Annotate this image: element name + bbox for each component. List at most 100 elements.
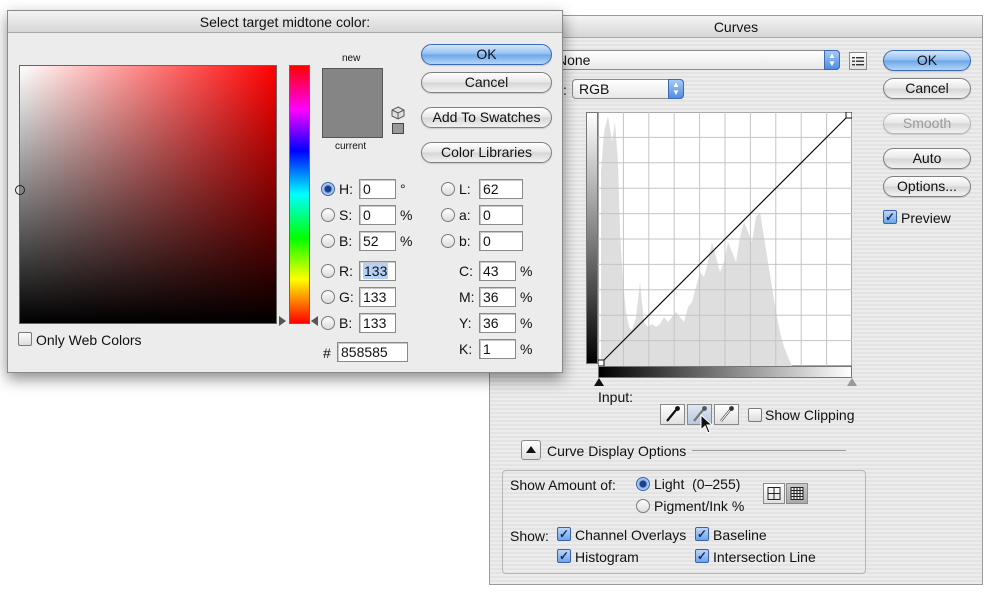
white-eyedropper-button[interactable] — [714, 404, 739, 425]
c-unit: % — [520, 263, 533, 279]
a-label: a: — [459, 207, 471, 223]
smooth-button[interactable]: Smooth — [883, 113, 971, 134]
h-label: H: — [339, 181, 353, 197]
updown-arrows-icon: ▲ ▼ — [824, 50, 840, 70]
input-gradient-bar — [598, 366, 852, 378]
mouse-cursor-icon — [700, 414, 714, 434]
blue-label: B: — [339, 315, 353, 331]
preset-menu-button[interactable] — [849, 52, 867, 70]
show-label: Show: — [510, 528, 549, 544]
g-field[interactable]: 133 — [359, 287, 396, 307]
detailed-grid-icon — [790, 487, 804, 500]
curves-title: Curves — [490, 16, 982, 38]
baseline-checkbox[interactable]: ✓ — [695, 527, 709, 541]
picker-ok-button[interactable]: OK — [421, 44, 552, 65]
histogram-checkbox[interactable]: ✓ — [557, 549, 571, 563]
m-field[interactable]: 36 — [479, 287, 516, 307]
l-radio[interactable] — [441, 182, 455, 196]
picker-cancel-button[interactable]: Cancel — [421, 72, 552, 93]
l-label: L: — [459, 181, 471, 197]
updown-arrows-icon: ▲ ▼ — [668, 79, 684, 99]
black-eyedropper-button[interactable] — [660, 404, 685, 425]
intersection-line-checkbox[interactable]: ✓ — [695, 549, 709, 563]
s-unit: % — [400, 207, 413, 223]
preview-checkbox[interactable]: ✓ — [883, 210, 897, 224]
hex-field[interactable]: 858585 — [337, 342, 408, 362]
white-eyedropper-icon — [720, 406, 734, 422]
curve-display-toggle[interactable] — [521, 440, 541, 460]
k-label: K: — [459, 341, 473, 357]
show-amount-of-label: Show Amount of: — [510, 477, 616, 493]
r-field[interactable]: 133 — [359, 261, 396, 281]
only-web-colors-checkbox[interactable] — [18, 332, 32, 346]
preview-label: Preview — [901, 210, 951, 226]
pigment-label: Pigment/Ink % — [654, 498, 745, 514]
g-label: G: — [339, 289, 354, 305]
r-field-value: 133 — [363, 263, 389, 279]
curve-display-options-label: Curve Display Options — [547, 443, 687, 459]
auto-button[interactable]: Auto — [883, 148, 971, 169]
add-to-swatches-button[interactable]: Add To Swatches — [421, 107, 552, 128]
blue-field[interactable]: 133 — [359, 313, 396, 333]
curve-point-white[interactable] — [845, 112, 852, 119]
gamut-cube-icon[interactable] — [391, 106, 405, 120]
r-radio[interactable] — [321, 264, 335, 278]
white-point-slider[interactable] — [847, 378, 857, 386]
show-clipping-label: Show Clipping — [765, 407, 855, 423]
s-label: S: — [339, 207, 353, 223]
h-unit: ° — [400, 181, 406, 197]
color-libraries-button[interactable]: Color Libraries — [421, 142, 552, 163]
s-radio[interactable] — [321, 208, 335, 222]
l-field[interactable]: 62 — [479, 179, 523, 199]
h-radio[interactable] — [321, 182, 335, 196]
simple-grid-button[interactable] — [763, 483, 785, 504]
a-radio[interactable] — [441, 208, 455, 222]
pigment-radio[interactable] — [636, 499, 650, 513]
simple-grid-icon — [767, 487, 781, 500]
y-label: Y: — [459, 315, 472, 331]
light-label: Light (0–255) — [654, 476, 741, 492]
h-field[interactable]: 0 — [359, 179, 396, 199]
a-field[interactable]: 0 — [479, 205, 523, 225]
k-field[interactable]: 1 — [479, 339, 516, 359]
y-field[interactable]: 36 — [479, 313, 516, 333]
g-radio[interactable] — [321, 290, 335, 304]
web-safe-swatch[interactable] — [392, 123, 404, 134]
baseline-label: Baseline — [713, 527, 767, 543]
curves-graph[interactable] — [598, 112, 852, 366]
c-label: C: — [459, 263, 473, 279]
list-icon — [852, 57, 864, 66]
detailed-grid-button[interactable] — [786, 483, 808, 504]
black-eyedropper-icon — [666, 406, 680, 422]
color-field-cursor — [15, 185, 25, 195]
brightness-unit: % — [400, 233, 413, 249]
brightness-radio[interactable] — [321, 234, 335, 248]
preset-popup[interactable]: None ▲ ▼ — [550, 50, 840, 70]
show-clipping-checkbox[interactable] — [748, 408, 762, 422]
light-radio[interactable] — [636, 477, 650, 491]
s-field[interactable]: 0 — [359, 205, 396, 225]
lab-b-radio[interactable] — [441, 234, 455, 248]
curves-window: Curves None ▲ ▼ : RGB ▲ ▼ OK Cancel Smooth… — [489, 15, 983, 585]
hue-slider-right-arrow — [311, 316, 318, 326]
hue-slider[interactable] — [289, 65, 310, 324]
curves-ok-button[interactable]: OK — [883, 50, 971, 71]
r-label: R: — [339, 263, 353, 279]
channel-overlays-checkbox[interactable]: ✓ — [557, 527, 571, 541]
options-button[interactable]: Options... — [883, 176, 971, 197]
channel-popup[interactable]: RGB ▲ ▼ — [572, 79, 684, 99]
color-picker-window: Select target midtone color: new current… — [7, 10, 563, 373]
color-field[interactable] — [19, 65, 277, 324]
curves-cancel-button[interactable]: Cancel — [883, 78, 971, 99]
y-unit: % — [520, 315, 533, 331]
new-label: new — [342, 53, 361, 64]
c-field[interactable]: 43 — [479, 261, 516, 281]
hex-label: # — [323, 345, 331, 361]
brightness-field[interactable]: 52 — [359, 231, 396, 251]
lab-b-field[interactable]: 0 — [479, 231, 523, 251]
only-web-colors-label: Only Web Colors — [36, 332, 142, 348]
blue-radio[interactable] — [321, 316, 335, 330]
color-swatch — [322, 68, 383, 138]
k-unit: % — [520, 341, 533, 357]
black-point-slider[interactable] — [594, 378, 604, 386]
